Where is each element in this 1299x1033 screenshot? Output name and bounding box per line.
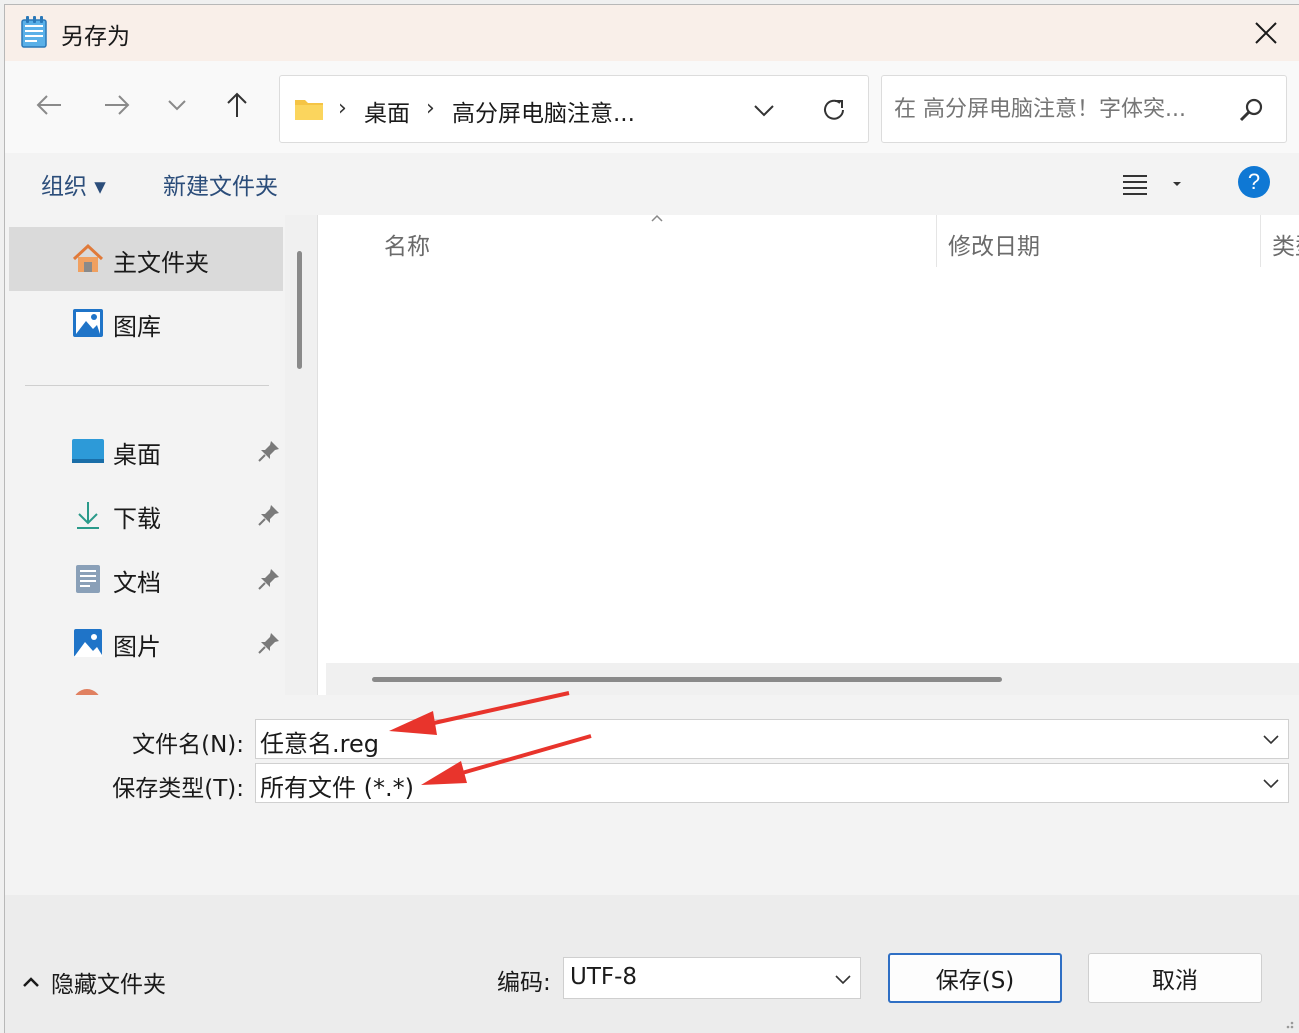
up-button[interactable]: [217, 85, 257, 125]
search-icon[interactable]: [1238, 96, 1266, 124]
sidebar-item-downloads[interactable]: 下载: [9, 483, 283, 547]
pin-icon[interactable]: [257, 567, 281, 591]
search-box[interactable]: [881, 75, 1287, 143]
filename-value[interactable]: 任意名.reg: [260, 724, 379, 759]
sidebar-divider: [25, 385, 269, 386]
pictures-icon: [74, 629, 102, 657]
sidebar-item-pictures[interactable]: 图片: [9, 611, 283, 675]
column-header-modified[interactable]: 修改日期: [948, 227, 1040, 261]
sidebar-item-gallery[interactable]: 图库: [9, 291, 283, 355]
column-header-name[interactable]: 名称: [384, 227, 430, 261]
save-button[interactable]: 保存(S): [888, 953, 1062, 1003]
breadcrumb-separator: ›: [338, 96, 347, 121]
encoding-value: UTF-8: [570, 964, 638, 990]
address-dropdown-button[interactable]: [746, 92, 782, 128]
sidebar-item-desktop[interactable]: 桌面: [9, 419, 283, 483]
chevron-down-icon: [835, 975, 851, 985]
notepad-icon: [21, 16, 47, 48]
list-view-icon: [1123, 175, 1147, 195]
window-title: 另存为: [61, 24, 130, 50]
pin-icon[interactable]: [257, 503, 281, 527]
sidebar-item-label: 主文件夹: [113, 249, 209, 277]
refresh-icon: [824, 99, 844, 120]
filename-field[interactable]: 任意名.reg: [255, 719, 1289, 759]
save-form: 文件名(N): 任意名.reg 保存类型(T): 所有文件 (*.*): [5, 695, 1299, 895]
new-folder-button[interactable]: 新建文件夹: [163, 167, 278, 201]
home-icon: [72, 243, 104, 272]
filename-label: 文件名(N):: [132, 732, 244, 758]
horizontal-scrollbar[interactable]: [326, 663, 1299, 695]
caret-down-icon: [1173, 182, 1181, 186]
close-icon: [1255, 22, 1277, 44]
recent-locations-button[interactable]: [157, 85, 197, 125]
pin-icon[interactable]: [257, 631, 281, 655]
navigation-pane: 主文件夹 图库 桌面 下载 文档 图片: [5, 215, 285, 695]
back-button[interactable]: [29, 85, 69, 125]
breadcrumb-separator: ›: [426, 96, 435, 121]
download-icon: [77, 502, 99, 529]
filetype-value[interactable]: 所有文件 (*.*): [260, 768, 414, 803]
desktop-icon: [72, 439, 104, 463]
gallery-icon: [73, 309, 103, 337]
breadcrumb-item-desktop[interactable]: 桌面: [364, 94, 410, 128]
sidebar-item-label: 下载: [113, 505, 161, 533]
chevron-down-icon: [168, 100, 186, 111]
sidebar-scroll-thumb[interactable]: [297, 251, 302, 369]
organize-menu[interactable]: 组织 ▾: [41, 167, 106, 201]
refresh-button[interactable]: [816, 92, 852, 128]
sidebar-item-home[interactable]: 主文件夹: [9, 227, 283, 291]
arrow-up-icon: [227, 92, 247, 117]
pin-icon[interactable]: [257, 439, 281, 463]
encoding-label: 编码:: [497, 970, 551, 996]
sidebar-item-label: 桌面: [113, 441, 161, 469]
chevron-down-icon[interactable]: [1260, 728, 1282, 750]
sort-ascending-icon: [651, 214, 663, 222]
forward-button[interactable]: [97, 85, 137, 125]
sidebar-item-label: 图片: [113, 633, 161, 661]
close-button[interactable]: [1233, 5, 1299, 61]
sidebar-item-documents[interactable]: 文档: [9, 547, 283, 611]
chevron-down-icon[interactable]: [1260, 772, 1282, 794]
arrow-right-icon: [105, 95, 130, 115]
column-separator[interactable]: [936, 215, 937, 267]
save-as-dialog: 另存为 › 桌面 › 高分屏电脑注意... 在 高分屏电脑注意！字体突... 组…: [4, 4, 1299, 1033]
address-bar[interactable]: › 桌面 › 高分屏电脑注意...: [279, 75, 869, 143]
breadcrumb-item-current[interactable]: 高分屏电脑注意...: [452, 94, 635, 128]
column-separator[interactable]: [1260, 215, 1261, 267]
chevron-up-icon: [23, 977, 39, 987]
cancel-button[interactable]: 取消: [1088, 953, 1262, 1003]
change-view-button[interactable]: [1121, 165, 1191, 203]
command-toolbar: 组织 ▾ 新建文件夹 ?: [5, 153, 1299, 215]
horizontal-scroll-thumb[interactable]: [372, 677, 1002, 682]
navigation-bar: › 桌面 › 高分屏电脑注意...: [5, 61, 1299, 153]
file-list: 名称 修改日期 类型: [317, 214, 1299, 695]
hide-folders-label: 隐藏文件夹: [51, 972, 166, 998]
sidebar-item-label: 图库: [113, 313, 161, 341]
hide-folders-toggle[interactable]: 隐藏文件夹: [21, 965, 166, 999]
help-button[interactable]: ?: [1238, 166, 1270, 198]
filetype-select[interactable]: 所有文件 (*.*): [255, 763, 1289, 803]
resize-grip-icon[interactable]: [1279, 1014, 1295, 1030]
title-bar: 另存为: [5, 5, 1299, 61]
filetype-label: 保存类型(T):: [112, 776, 244, 802]
sidebar-scrollbar[interactable]: [285, 215, 317, 695]
sidebar-item-label: 文档: [113, 569, 161, 597]
search-input[interactable]: [894, 92, 1224, 126]
column-header-type[interactable]: 类型: [1272, 227, 1299, 261]
encoding-select[interactable]: UTF-8: [563, 957, 861, 999]
document-icon: [76, 565, 100, 593]
dialog-footer: 隐藏文件夹 编码: UTF-8 保存(S) 取消: [5, 895, 1299, 1033]
folder-icon: [295, 100, 323, 120]
chevron-down-icon: [754, 105, 774, 117]
arrow-left-icon: [36, 95, 61, 115]
